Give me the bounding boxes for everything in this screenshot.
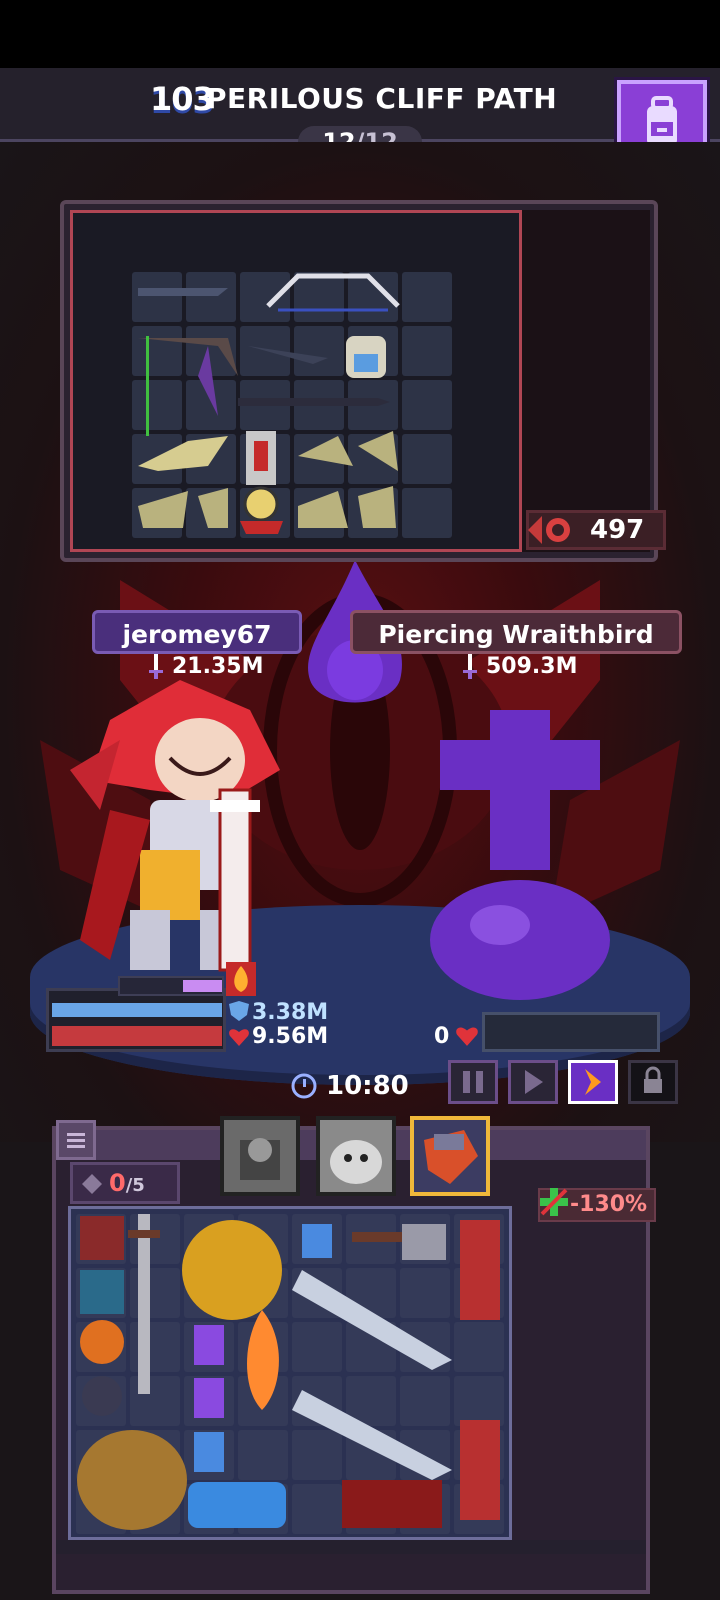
player-level-fill (183, 980, 222, 992)
hero-tab-selected[interactable] (410, 1116, 490, 1196)
bonus-plus-icon (540, 1188, 568, 1216)
player-hp-bar (52, 1026, 222, 1046)
player-shield-fill (52, 1003, 222, 1017)
inventory-items[interactable] (72, 1210, 512, 1540)
loot-items (138, 273, 400, 534)
play-button[interactable] (508, 1060, 558, 1104)
inventory-panel-footer (56, 1540, 646, 1554)
hero-portrait-icon (424, 1130, 478, 1184)
player-shield-value: 3.38M (252, 1000, 329, 1025)
shield-icon (229, 1001, 249, 1021)
loot-board-side (522, 210, 650, 552)
hero-portrait-icon (240, 1138, 280, 1180)
enemy-gravestone[interactable] (420, 700, 620, 1000)
menu-icon (67, 1133, 85, 1148)
play-icon (525, 1070, 543, 1094)
kill-count-value: 497 (590, 515, 645, 545)
pause-button[interactable] (448, 1060, 498, 1104)
player-nameplate[interactable]: jeromey67 (92, 610, 302, 654)
hero-tab-locked-2[interactable] (316, 1116, 396, 1196)
heart-icon (229, 1029, 249, 1046)
hero-portrait-icon (330, 1140, 382, 1184)
player-hp-value: 9.56M (252, 1024, 329, 1049)
enemy-hp-bar (482, 1012, 660, 1052)
menu-button[interactable] (56, 1120, 96, 1160)
slot-count-total: 5 (132, 1175, 145, 1196)
flame-buff-icon (226, 962, 256, 996)
fast-forward-button[interactable] (568, 1060, 618, 1104)
slot-diamond-icon (82, 1174, 102, 1194)
slot-counter: 0/5 (70, 1162, 180, 1204)
kill-count-icon (528, 516, 570, 544)
status-bar (0, 0, 720, 68)
player-power: 21.35M (172, 654, 264, 679)
locked-speed-button[interactable] (628, 1060, 678, 1104)
battle-timer-value: 10:80 (326, 1071, 409, 1101)
bonus-value: -130% (570, 1192, 648, 1217)
fast-forward-icon (585, 1069, 601, 1095)
sword-power-icon (149, 654, 163, 679)
enemy-hp-value: 0 (434, 1024, 450, 1049)
enemy-power: 509.3M (486, 654, 578, 679)
enemy-nameplate[interactable]: Piercing Wraithbird (350, 610, 682, 654)
stage-number: 103 (150, 80, 215, 118)
hero-tab-locked-1[interactable] (220, 1116, 300, 1196)
stage-title: PERILOUS CLIFF PATH (206, 82, 558, 115)
pause-icon (463, 1071, 483, 1093)
lock-icon (644, 1066, 662, 1093)
sword-power-icon (463, 654, 477, 679)
heart-icon (456, 1027, 478, 1046)
slot-count-current: 0 (109, 1169, 126, 1197)
player-hero[interactable] (50, 680, 310, 980)
battle-timer: 10:80 (290, 1066, 440, 1106)
